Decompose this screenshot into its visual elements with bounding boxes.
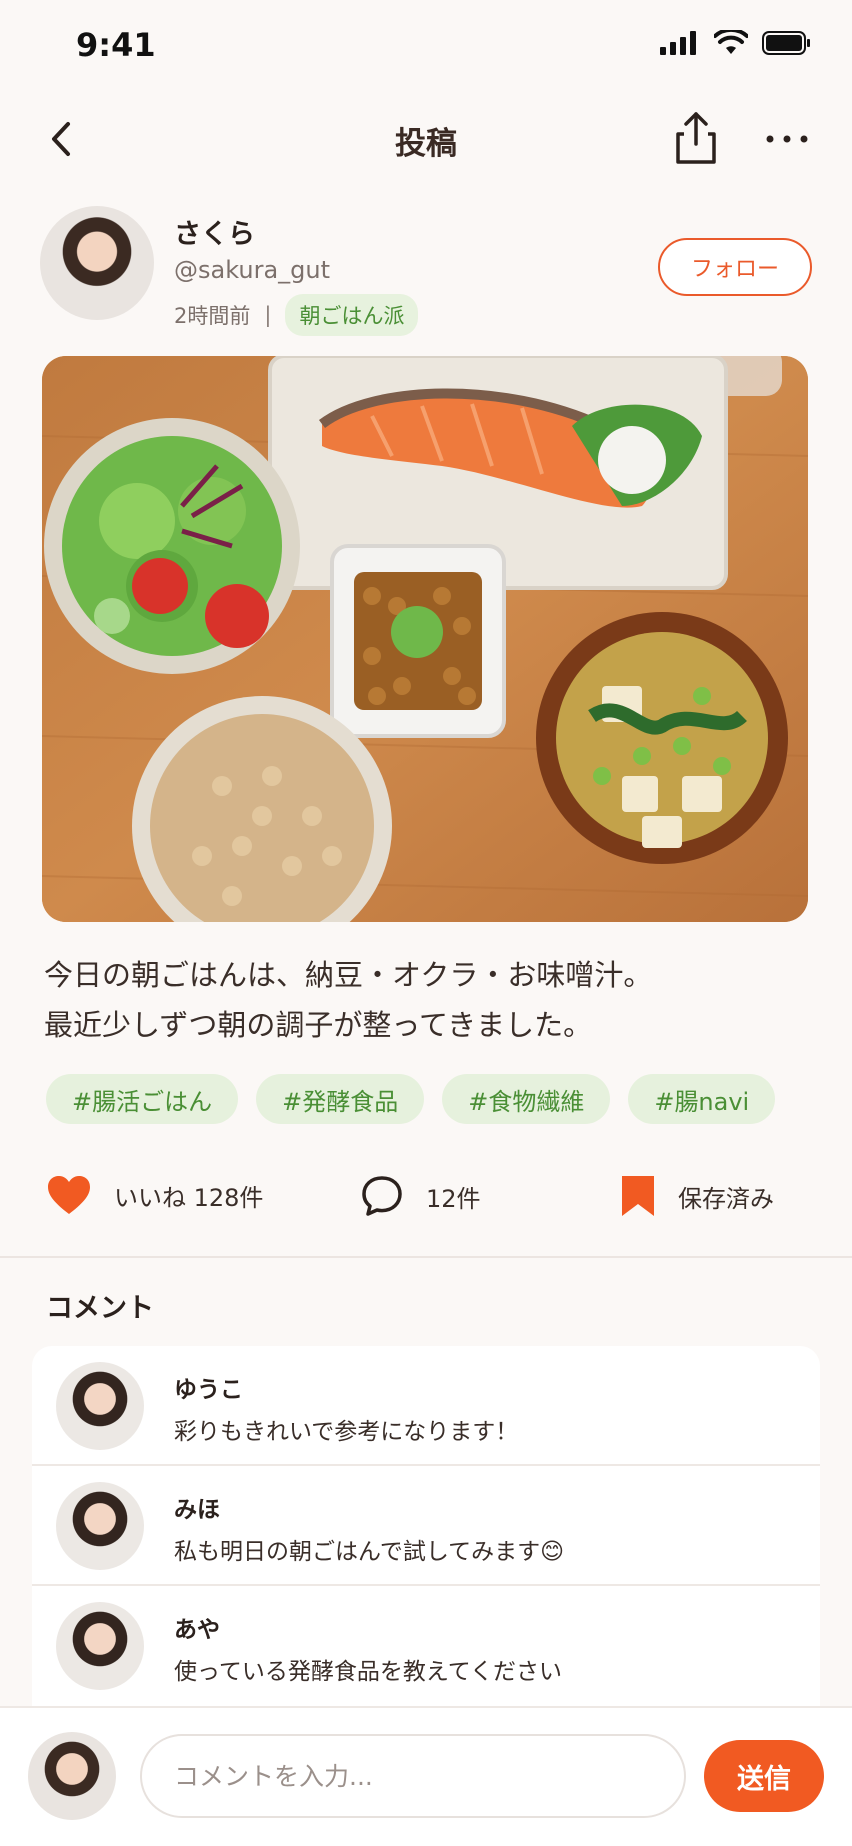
comment-item[interactable]: みほ 私も明日の朝ごはんで試してみます😊 <box>32 1466 820 1586</box>
comment-item[interactable]: あや 使っている発酵食品を教えてください <box>32 1586 820 1706</box>
like-button[interactable]: いいね 128件 <box>46 1174 263 1216</box>
follow-button[interactable]: フォロー <box>658 238 812 296</box>
status-bar: 9:41 <box>0 0 852 92</box>
comment-button[interactable]: 12件 <box>360 1174 481 1218</box>
hashtag-list: #腸活ごはん #発酵食品 #食物繊維 #腸navi <box>46 1074 776 1124</box>
author-handle: @sakura_gut <box>174 256 331 284</box>
more-icon[interactable] <box>762 124 812 154</box>
author-meta: 2時間前 | 朝ごはん派 <box>174 294 419 336</box>
comment-author: ゆうこ <box>174 1377 243 1403</box>
hashtag-chip[interactable]: #食物繊維 <box>442 1074 611 1124</box>
current-user-avatar <box>28 1732 116 1820</box>
author-badge: 朝ごはん派 <box>285 294 419 336</box>
author-header: さくら @sakura_gut 2時間前 | 朝ごはん派 フォロー <box>40 206 812 336</box>
signal-icon <box>660 31 696 55</box>
battery-icon <box>762 31 810 55</box>
comment-composer: 送信 <box>0 1706 852 1846</box>
author-avatar[interactable] <box>40 206 154 320</box>
heart-icon <box>48 1176 90 1214</box>
comment-text: 使っている発酵食品を教えてください <box>174 1659 563 1685</box>
wifi-icon <box>714 30 748 54</box>
hashtag-chip[interactable]: #腸活ごはん <box>46 1074 239 1124</box>
author-name[interactable]: さくら <box>174 212 255 251</box>
avatar[interactable] <box>56 1602 144 1690</box>
comment-item[interactable]: ゆうこ 彩りもきれいで参考になります！ <box>32 1346 820 1466</box>
comment-count: 12件 <box>426 1184 481 1213</box>
share-icon[interactable] <box>670 108 722 168</box>
post-time: 2時間前 <box>174 304 251 328</box>
avatar[interactable] <box>56 1482 144 1570</box>
hashtag-chip[interactable]: #腸navi <box>628 1074 776 1124</box>
hashtag-chip[interactable]: #発酵食品 <box>256 1074 425 1124</box>
meta-separator: | <box>264 303 272 327</box>
send-button[interactable]: 送信 <box>704 1740 824 1812</box>
save-button[interactable]: 保存済み <box>620 1174 774 1218</box>
comments-title: コメント <box>46 1293 154 1324</box>
like-count: いいね 128件 <box>114 1183 264 1212</box>
comment-author: みほ <box>174 1497 220 1523</box>
page-title: 投稿 <box>395 126 457 162</box>
status-time: 9:41 <box>76 26 156 64</box>
avatar[interactable] <box>56 1362 144 1450</box>
comment-text: 彩りもきれいで参考になります！ <box>174 1419 519 1445</box>
nav-bar: 投稿 <box>0 100 852 180</box>
comment-author: あや <box>174 1617 220 1643</box>
status-icons <box>660 30 812 56</box>
post-caption: 今日の朝ごはんは、納豆・オクラ・お味噌汁。 最近少しずつ朝の調子が整ってきました… <box>44 950 814 1050</box>
breakfast-photo <box>42 356 808 922</box>
section-divider <box>0 1256 852 1258</box>
comment-icon <box>362 1176 402 1216</box>
post-actions: いいね 128件 12件 保存済み <box>46 1174 806 1224</box>
comments-list: ゆうこ 彩りもきれいで参考になります！ みほ 私も明日の朝ごはんで試してみます😊… <box>32 1346 820 1706</box>
comment-text: 私も明日の朝ごはんで試してみます😊 <box>174 1539 565 1565</box>
caption-line: 今日の朝ごはんは、納豆・オクラ・お味噌汁。 <box>44 958 653 992</box>
caption-line: 最近少しずつ朝の調子が整ってきました。 <box>44 1008 593 1042</box>
post-image[interactable] <box>42 356 808 922</box>
comment-input[interactable] <box>140 1734 686 1818</box>
bookmark-icon <box>622 1176 654 1216</box>
save-label: 保存済み <box>678 1184 774 1213</box>
